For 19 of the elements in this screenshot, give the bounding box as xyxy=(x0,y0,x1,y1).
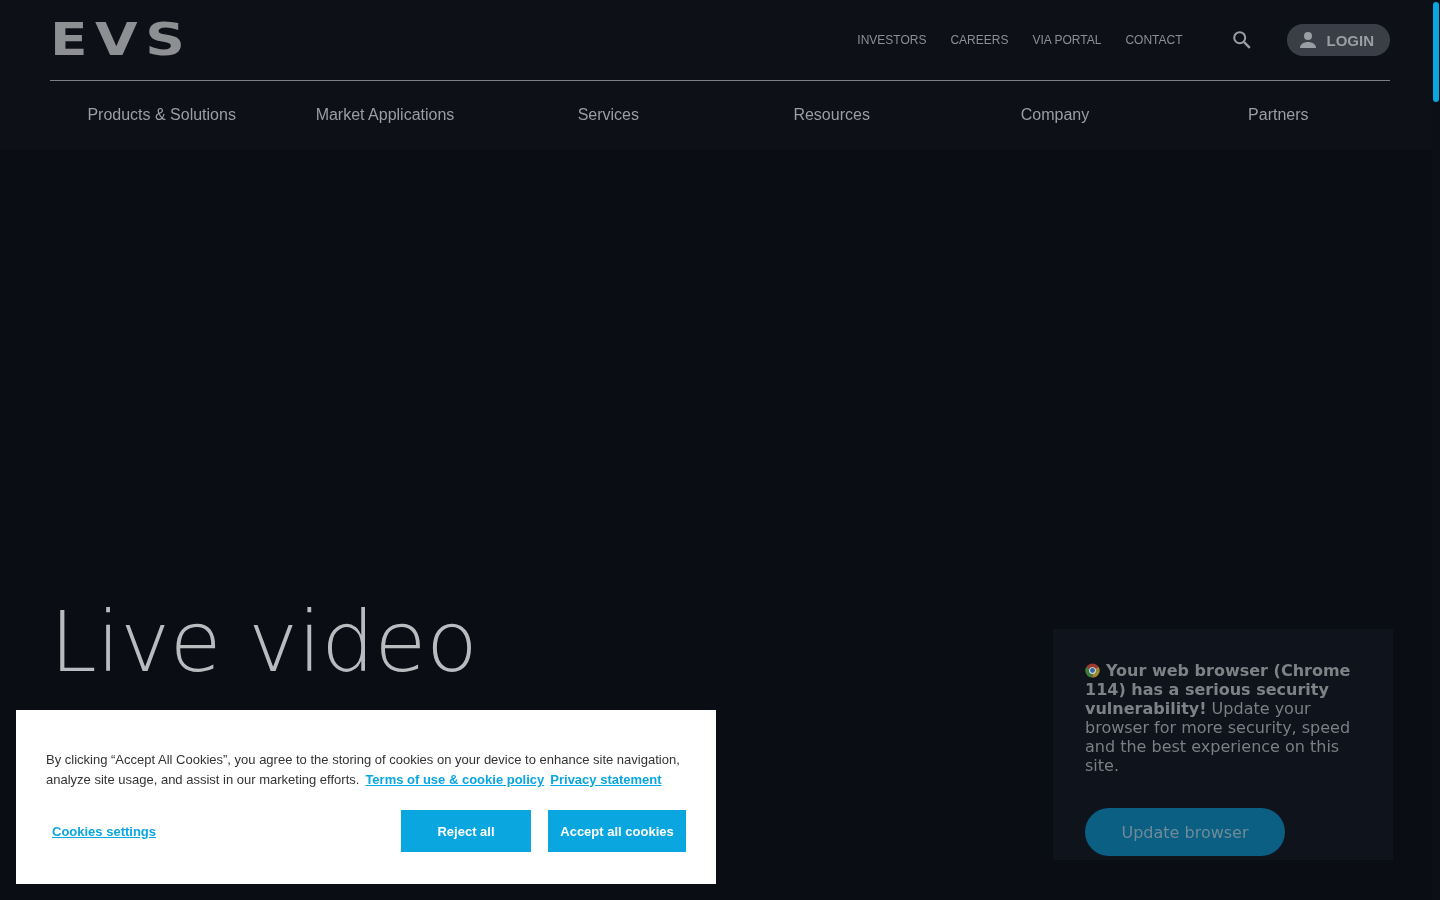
search-icon[interactable] xyxy=(1230,29,1253,51)
scrollbar-thumb[interactable] xyxy=(1433,2,1439,102)
user-icon xyxy=(1298,31,1317,49)
nav-link[interactable]: Partners xyxy=(1166,106,1390,124)
logo[interactable]: EVS xyxy=(50,18,193,62)
nav-link[interactable]: Market Applications xyxy=(273,106,497,124)
utility-link[interactable]: VIA PORTAL xyxy=(1032,33,1102,47)
browser-icon xyxy=(1085,663,1100,678)
browser-warning-text: Your web browser (Chrome 114) has a serious security vulnerability! Update your browser for more security, speed and the best experience on this site. xyxy=(1085,661,1352,775)
nav-link[interactable]: Services xyxy=(496,106,720,124)
utility-link[interactable]: INVESTORS xyxy=(857,33,927,47)
nav-link[interactable]: Company xyxy=(943,106,1167,124)
cookie-notice-text: By clicking “Accept All Cookies”, you agree to the storing of cookies on your device to enhance site navigation, analyze site usage, and assist in our marketing efforts. Terms of use & cookie policy Privacy statement xyxy=(46,751,681,789)
nav-link[interactable]: Resources xyxy=(720,106,944,124)
utility-link[interactable]: CONTACT xyxy=(1125,33,1183,47)
utility-link[interactable]: CAREERS xyxy=(950,33,1009,47)
login-button[interactable]: LOGIN xyxy=(1286,24,1390,56)
hero-heading: Live video xyxy=(50,600,478,684)
nav-link[interactable]: Products & Solutions xyxy=(50,106,274,124)
